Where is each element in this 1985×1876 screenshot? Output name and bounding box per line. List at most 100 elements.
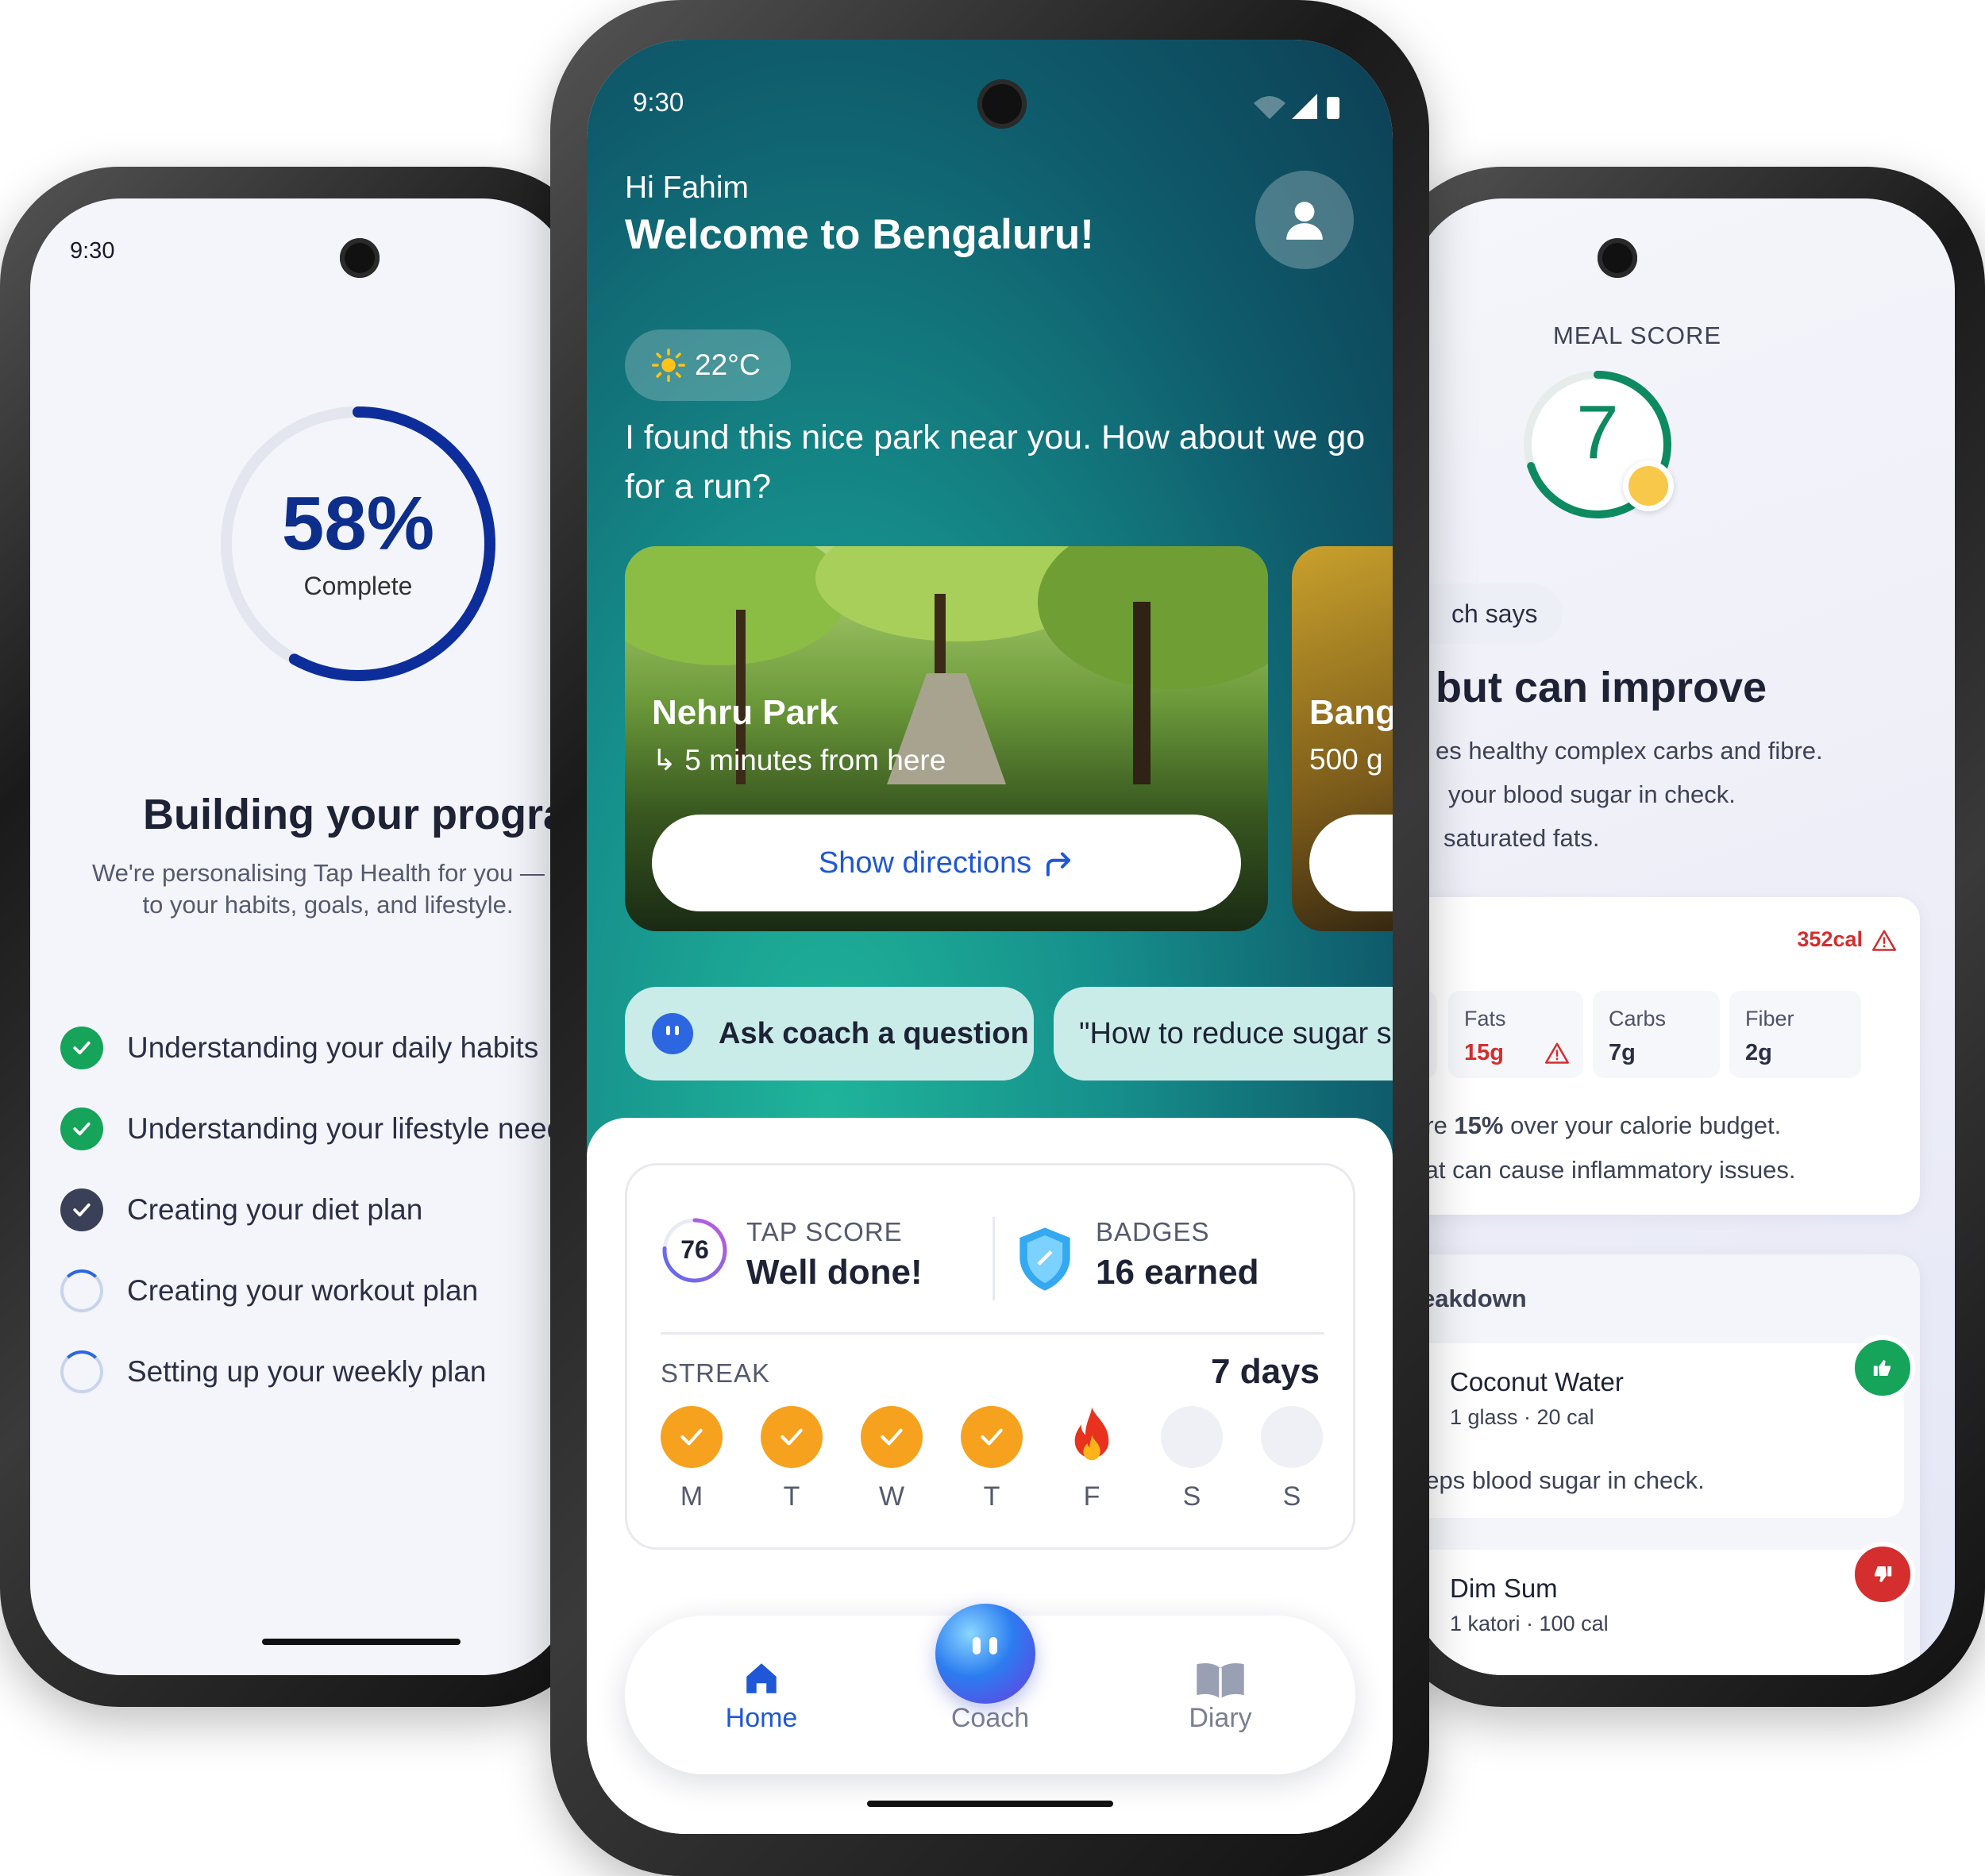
nutrient-chip: Carbs 7g: [1593, 991, 1720, 1078]
show-directions-label: Show directions: [818, 846, 1032, 880]
fat-note: fat can cause inflammatory issues.: [1418, 1156, 1796, 1184]
score-card[interactable]: 76 TAP SCORE Well done! BADGES 16 earned…: [625, 1163, 1355, 1550]
meal-headline: but can improve: [1436, 664, 1767, 711]
tap-score-value: 76: [680, 1235, 709, 1264]
food-name: Coconut Water: [1450, 1367, 1624, 1396]
nav-coach-label: Coach: [950, 1703, 1030, 1733]
meal-score-label: MEAL SCORE: [1552, 322, 1722, 349]
weather-temp: 22°C: [695, 349, 761, 381]
streak-day-today: [1061, 1406, 1123, 1468]
status-time: 9:30: [633, 87, 684, 117]
food-item[interactable]: Dim Sum 1 katori · 100 cal: [1412, 1542, 1915, 1675]
coach-orb-button[interactable]: [935, 1604, 1035, 1704]
calorie-value: 352cal: [1797, 927, 1863, 951]
coach-eye: [989, 1637, 997, 1655]
streak-day-done: [961, 1406, 1023, 1468]
right-phone-frame: MEAL SCORE 7 ch says but can improve es …: [1383, 167, 1985, 1707]
coach-line: es healthy complex carbs and fibre.: [1436, 737, 1823, 765]
check-circle-icon: [60, 1107, 103, 1150]
status-icons: [1254, 94, 1339, 119]
badges-label: BADGES: [1096, 1217, 1210, 1246]
note-highlight: 15%: [1454, 1111, 1504, 1139]
nav-diary[interactable]: Diary: [1141, 1616, 1300, 1774]
nutrient-chip: Fiber 2g: [1729, 991, 1861, 1078]
welcome-title: Welcome to Bengaluru!: [625, 211, 1094, 258]
step-item: Understanding your lifestyle needs: [60, 1105, 573, 1153]
greeting: Hi Fahim: [625, 171, 750, 205]
coach-says-label: ch says: [1451, 599, 1538, 628]
park-card[interactable]: Nehru Park ↳ 5 minutes from here Show di…: [625, 546, 1268, 931]
front-camera: [340, 238, 380, 278]
nutrient-chip: Fats 15g: [1448, 991, 1583, 1078]
park-name: Bang: [1309, 693, 1393, 732]
calorie-note: are 15% over your calorie budget.: [1412, 1111, 1781, 1140]
subtitle-line: We're personalising Tap Health for you —…: [91, 859, 565, 887]
warning-icon: [1545, 1042, 1569, 1064]
step-label: Understanding your lifestyle needs: [127, 1112, 573, 1145]
show-directions-button[interactable]: [1309, 815, 1393, 911]
nav-home-label: Home: [725, 1703, 798, 1733]
hero-background: 9:30 Hi Fahim Welcome to Bengaluru! 22°C…: [587, 40, 1393, 1167]
food-note: eeps blood sugar in check.: [1412, 1466, 1705, 1494]
home-indicator[interactable]: [867, 1801, 1113, 1807]
step-item: Understanding your daily habits: [60, 1024, 538, 1072]
coach-suggestion: I found this nice park near you. How abo…: [625, 418, 1366, 506]
progress-percent: 58%: [281, 481, 435, 566]
turn-arrow-icon: ↳: [652, 744, 677, 776]
check-circle-icon: [60, 1188, 103, 1231]
step-item: Creating your diet plan: [60, 1186, 422, 1234]
nutrient-value: 15g: [1464, 1040, 1504, 1065]
tap-score-status: Well done!: [746, 1253, 923, 1292]
food-detail: 1 katori · 100 cal: [1450, 1612, 1609, 1635]
park-name: Nehru Park: [652, 693, 838, 732]
day-letter: W: [878, 1481, 905, 1512]
book-icon: [1197, 1663, 1244, 1699]
badges-value: 16 earned: [1096, 1253, 1259, 1292]
home-indicator[interactable]: [262, 1639, 461, 1645]
ask-coach-button[interactable]: Ask coach a question: [625, 987, 1034, 1081]
front-camera: [977, 79, 1027, 129]
front-camera: [1598, 238, 1637, 278]
streak-day-empty: [1261, 1406, 1323, 1468]
check-icon: [981, 1428, 1003, 1446]
step-label: Understanding your daily habits: [127, 1031, 539, 1064]
fire-icon: [1074, 1407, 1109, 1461]
calorie-warning: 352cal: [1797, 927, 1896, 952]
step-label: Creating your workout plan: [127, 1274, 479, 1307]
warning-icon: [1872, 930, 1896, 951]
streak-label: STREAK: [661, 1358, 771, 1388]
divider: [992, 1217, 995, 1300]
page-title: Building your program: [143, 791, 573, 838]
user-icon: [1286, 202, 1323, 240]
streak-day-done: [761, 1406, 823, 1468]
home-icon: [746, 1663, 777, 1693]
thumbs-down-icon: [1850, 1542, 1915, 1607]
nav-home[interactable]: Home: [682, 1616, 841, 1774]
day-letter: M: [680, 1481, 703, 1512]
streak-day-done: [661, 1406, 723, 1468]
show-directions-button[interactable]: Show directions: [652, 815, 1241, 911]
profile-avatar[interactable]: [1255, 171, 1354, 269]
day-letter: S: [1182, 1481, 1201, 1512]
food-item[interactable]: Coconut Water 1 glass · 20 cal eeps bloo…: [1412, 1335, 1915, 1518]
tap-score-label: TAP SCORE: [746, 1217, 903, 1246]
coach-eye: [973, 1637, 981, 1655]
right-screen: MEAL SCORE 7 ch says but can improve es …: [1412, 198, 1955, 1675]
nutrient-name: Carbs: [1609, 1007, 1667, 1030]
divider: [661, 1332, 1324, 1335]
center-phone-frame: 9:30 Hi Fahim Welcome to Bengaluru! 22°C…: [550, 0, 1429, 1876]
tap-score-ring: 76: [662, 1218, 727, 1283]
nutrient-value: 2g: [1745, 1040, 1772, 1065]
coach-line: your blood sugar in check.: [1448, 780, 1736, 808]
park-distance-text: 5 minutes from here: [684, 744, 946, 776]
sample-question-chip[interactable]: "How to reduce sugar s: [1054, 987, 1393, 1081]
check-icon: [781, 1428, 803, 1446]
left-phone-frame: 9:30 58% Complete Building your program …: [0, 167, 603, 1707]
directions-arrow-icon: [1046, 852, 1071, 876]
nutrient-name: Fiber: [1745, 1007, 1794, 1030]
park-distance: 500 g: [1309, 743, 1383, 776]
park-card-2[interactable]: Bang 500 g: [1292, 546, 1393, 931]
page-subtitle: We're personalising Tap Health for you —…: [74, 857, 573, 921]
macros-card: s 352cal Fats 15g Carbs 7g Fiber 2g are …: [1412, 897, 1920, 1215]
day-letter: T: [983, 1481, 1000, 1512]
